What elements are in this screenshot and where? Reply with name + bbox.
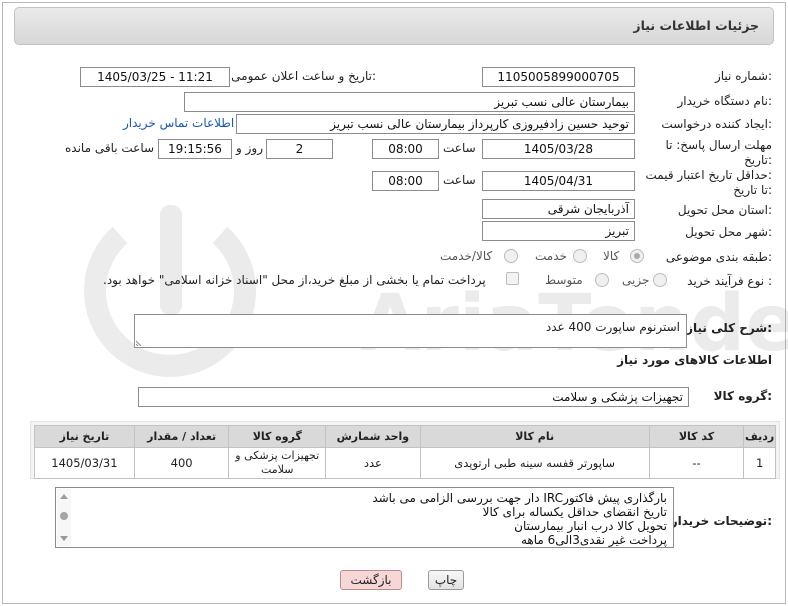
- cell-item-code: --: [648, 447, 745, 479]
- deadline-label-line2: تاریخ:: [744, 153, 772, 167]
- cell-item-name: ساپورتر قفسه سینه طبی ارتوپدی: [419, 447, 650, 479]
- process-option-minor: جزیی: [622, 273, 650, 287]
- treasury-payment-note: پرداخت تمام یا بخشی از مبلغ خرید،از محل …: [103, 273, 486, 287]
- days-word: روز و: [236, 141, 263, 155]
- print-button[interactable]: چاپ: [428, 570, 464, 590]
- col-unit: واحد شمارش: [325, 425, 421, 448]
- category-radio-goods-service[interactable]: [504, 249, 518, 263]
- goods-group-field: تجهیزات پزشکی و سلامت: [138, 387, 689, 407]
- deadline-date-field: 1405/03/28: [482, 139, 635, 159]
- col-item-name: نام کالا: [419, 425, 650, 448]
- cell-quantity: 400: [133, 447, 230, 479]
- treasury-payment-checkbox[interactable]: [506, 272, 519, 285]
- remaining-time-field: 19:15:56: [158, 139, 232, 159]
- resize-grip-icon[interactable]: [136, 338, 144, 346]
- page-title: جزئیات اطلاعات نیاز: [633, 18, 759, 33]
- cell-goods-group: تجهیزات پزشکی و سلامت: [228, 447, 327, 479]
- process-label: نوع فرآیند خرید :: [687, 274, 772, 288]
- summary-label: شرح کلی نیاز:: [686, 321, 772, 335]
- process-radio-medium[interactable]: [595, 273, 609, 287]
- title-bar: جزئیات اطلاعات نیاز: [14, 7, 774, 45]
- scroll-thumb[interactable]: [60, 512, 68, 520]
- validity-label-line1: حداقل تاریخ اعتبار قیمت:: [645, 168, 772, 182]
- buyer-org-label: نام دستگاه خریدار:: [677, 94, 773, 108]
- deadline-time-word: ساعت: [443, 141, 476, 155]
- scroll-up-icon[interactable]: [60, 494, 68, 499]
- col-item-code: کد کالا: [648, 425, 745, 448]
- items-section-title: اطلاعات کالاهای مورد نیاز: [617, 353, 772, 367]
- cell-need-date: 1405/03/31: [34, 447, 135, 479]
- validity-date-field: 1405/04/31: [482, 171, 635, 191]
- process-radio-minor[interactable]: [653, 273, 667, 287]
- announce-label: تاریخ و ساعت اعلان عمومی:: [231, 69, 376, 83]
- buyer-note-line: تحویل کالا درب انبار بیمارستان: [514, 519, 667, 533]
- announce-field: 1405/03/25 - 11:21: [80, 67, 230, 87]
- cell-unit: عدد: [325, 447, 421, 479]
- category-label: طبقه بندی موضوعی:: [665, 250, 772, 264]
- city-field: تبریز: [482, 221, 635, 241]
- city-label: شهر محل تحویل:: [685, 225, 772, 239]
- province-field: آذربایجان شرقی: [482, 199, 635, 219]
- process-option-medium: متوسط: [545, 273, 583, 287]
- buyer-note-line: تاریخ انقضای حداقل یکساله برای کالا: [482, 505, 667, 519]
- deadline-time-field: 08:00: [372, 139, 439, 159]
- validity-time-word: ساعت: [443, 173, 476, 187]
- category-option-service: خدمت: [535, 249, 567, 263]
- buyer-notes-label: توضیحات خریدار:: [670, 514, 772, 528]
- summary-text: استرنوم ساپورت 400 عدد: [545, 320, 680, 334]
- category-radio-goods[interactable]: [630, 249, 644, 263]
- goods-group-label: گروه کالا:: [713, 389, 772, 403]
- validity-label-line2: تا تاریخ:: [733, 183, 772, 197]
- buyer-contact-link[interactable]: اطلاعات تماس خریدار: [123, 116, 234, 130]
- days-remaining-field: 2: [266, 139, 333, 159]
- col-need-date: تاریخ نیاز: [34, 425, 135, 448]
- table-row[interactable]: 1 -- ساپورتر قفسه سینه طبی ارتوپدی عدد ت…: [34, 447, 776, 479]
- need-number-label: شماره نیاز:: [714, 69, 772, 83]
- col-goods-group: گروه کالا: [228, 425, 327, 448]
- summary-textarea[interactable]: استرنوم ساپورت 400 عدد: [134, 314, 687, 348]
- notes-scrollbar[interactable]: [57, 489, 71, 546]
- creator-field: توحید حسین زادفیروزی کارپرداز بیمارستان …: [236, 114, 635, 134]
- category-option-goods: کالا: [603, 249, 620, 263]
- back-button[interactable]: بازگشت: [340, 570, 402, 590]
- cell-row-number: 1: [743, 447, 776, 479]
- items-table: ردیف کد کالا نام کالا واحد شمارش گروه کا…: [34, 425, 776, 479]
- validity-time-field: 08:00: [372, 171, 439, 191]
- need-number-field: 1105005899000705: [482, 67, 635, 87]
- deadline-label-line1: مهلت ارسال پاسخ: تا: [665, 138, 772, 152]
- table-header-row: ردیف کد کالا نام کالا واحد شمارش گروه کا…: [34, 425, 776, 448]
- col-quantity: تعداد / مقدار: [133, 425, 230, 448]
- category-option-goods-service: کالا/خدمت: [440, 249, 493, 263]
- buyer-note-line: پرداخت غیر نقدی3الی6 ماهه: [520, 533, 667, 547]
- category-radio-service[interactable]: [573, 249, 587, 263]
- scroll-down-icon[interactable]: [60, 536, 68, 541]
- col-row-number: ردیف: [743, 425, 776, 448]
- creator-label: ایجاد کننده درخواست:: [661, 117, 772, 131]
- buyer-note-line: بارگذاری پیش فاکتورIRC دار جهت بررسی الز…: [372, 491, 667, 505]
- remaining-time-word: ساعت باقی مانده: [65, 141, 155, 155]
- buyer-org-field: بیمارستان عالی نسب تبریز: [184, 92, 635, 112]
- province-label: استان محل تحویل:: [677, 203, 772, 217]
- buyer-notes-textarea[interactable]: بارگذاری پیش فاکتورIRC دار جهت بررسی الز…: [55, 487, 674, 548]
